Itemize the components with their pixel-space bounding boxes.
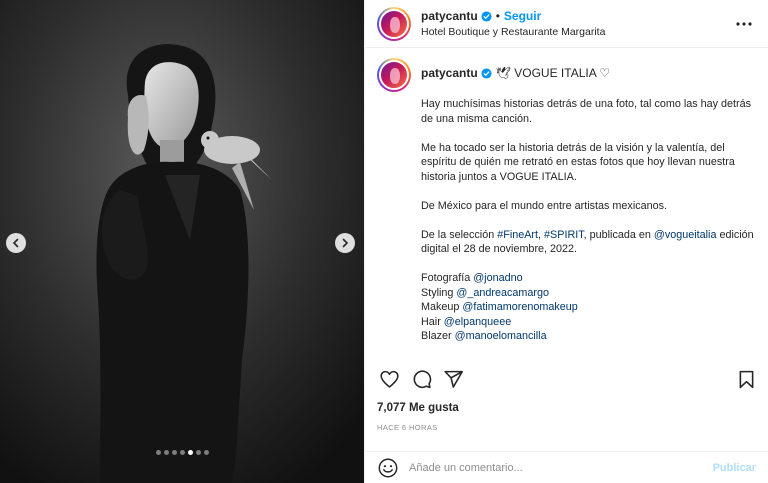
username-link[interactable]: patycantu (421, 9, 478, 23)
credit-role: Makeup (421, 301, 463, 313)
carousel-dot (195, 450, 201, 455)
caption-paragraph: Hay muchísimas historias detrás de una f… (421, 98, 752, 125)
more-options-button[interactable] (732, 12, 756, 36)
likes-count[interactable]: 7,077 Me gusta (377, 402, 459, 414)
more-horizontal-icon (736, 21, 752, 26)
credit-mention[interactable]: @_andreacamargo (456, 287, 549, 299)
chevron-right-icon (342, 238, 349, 248)
hashtag-fineart[interactable]: #FineArt (497, 229, 538, 241)
chevron-left-icon (12, 238, 19, 248)
credits-list: Fotografía @jonadno Styling @_andreacama… (421, 271, 758, 344)
caption-paragraph: Me ha tocado ser la historia detrás de l… (421, 141, 735, 183)
credit-mention[interactable]: @elpanqueee (444, 316, 511, 328)
carousel-dot (187, 450, 193, 455)
credit-mention[interactable]: @manoelomancilla (455, 330, 547, 342)
post-header: patycantu • Seguir Hotel Boutique y Rest… (365, 0, 768, 48)
credit-line: Styling @_andreacamargo (421, 286, 758, 301)
caption-text: , publicada en (583, 228, 654, 241)
caption-body: Hay muchísimas historias detrás de una f… (421, 97, 758, 344)
credit-line: Hair @elpanqueee (421, 315, 758, 330)
avatar-image (379, 60, 409, 90)
comment-icon (413, 369, 431, 388)
credit-line: Makeup @fatimamorenomakeup (421, 300, 758, 315)
caption-title: patycantu 🕊 VOGUE ITALIA ♡ (421, 66, 610, 80)
credit-mention[interactable]: @jonadno (473, 272, 522, 284)
caption-paragraph: De México para el mundo entre artistas m… (421, 199, 668, 212)
bookmark-icon (739, 370, 753, 388)
follow-button[interactable]: Seguir (504, 9, 541, 23)
verified-badge-icon (481, 10, 492, 22)
comment-bar: Publicar (365, 451, 768, 483)
credit-role: Fotografía (421, 272, 474, 284)
action-bar (377, 366, 758, 392)
carousel-prev-button[interactable] (6, 233, 26, 253)
credit-role: Blazer (421, 330, 455, 342)
mention-vogueitalia[interactable]: @vogueitalia (654, 229, 717, 241)
credit-role: Styling (421, 286, 457, 299)
location-link[interactable]: Hotel Boutique y Restaurante Margarita (421, 26, 732, 38)
avatar[interactable] (377, 6, 411, 41)
instagram-post: patycantu • Seguir Hotel Boutique y Rest… (0, 0, 768, 483)
caption-title-text: 🕊 VOGUE ITALIA ♡ (495, 66, 611, 80)
carousel-dot (163, 450, 169, 455)
carousel-dot (179, 450, 185, 455)
credit-line: Blazer @manoelomancilla (421, 329, 758, 344)
caption-paragraph: De la selección #FineArt, #SPIRIT, publi… (421, 228, 758, 257)
header-line: patycantu • Seguir (421, 9, 732, 23)
publish-button[interactable]: Publicar (713, 462, 756, 474)
post-photo (0, 0, 364, 483)
carousel-indicator (0, 450, 364, 455)
caption-username-link[interactable]: patycantu (421, 66, 478, 80)
credit-line: Fotografía @jonadno (421, 271, 758, 286)
avatar-image (379, 8, 409, 39)
caption-text: De la selección (421, 228, 498, 241)
caption-avatar[interactable] (377, 58, 411, 92)
credit-role: Hair (421, 315, 444, 328)
heart-icon (379, 370, 399, 388)
comment-input[interactable] (409, 461, 713, 474)
caption-header: patycantu 🕊 VOGUE ITALIA ♡ (377, 58, 758, 92)
likes-label: Me gusta (405, 402, 459, 414)
post-media[interactable] (0, 0, 364, 483)
dot-separator: • (495, 9, 500, 23)
header-text: patycantu • Seguir Hotel Boutique y Rest… (421, 9, 732, 38)
like-button[interactable] (377, 367, 401, 391)
save-button[interactable] (734, 367, 758, 391)
carousel-dot (155, 450, 161, 455)
carousel-next-button[interactable] (335, 233, 355, 253)
post-timestamp[interactable]: HACE 6 HORAS (377, 423, 438, 432)
hashtag-spirit[interactable]: #SPIRIT (544, 229, 584, 241)
credit-mention[interactable]: @fatimamorenomakeup (462, 301, 577, 313)
comment-button[interactable] (409, 367, 433, 391)
share-button[interactable] (441, 367, 465, 391)
carousel-dot (203, 450, 209, 455)
post-caption: patycantu 🕊 VOGUE ITALIA ♡ Hay muchísima… (377, 58, 758, 360)
carousel-dot (171, 450, 177, 455)
post-panel: patycantu • Seguir Hotel Boutique y Rest… (364, 0, 768, 483)
verified-badge-icon (481, 67, 492, 79)
likes-number: 7,077 (377, 402, 406, 414)
share-icon (443, 370, 463, 388)
emoji-icon[interactable] (377, 457, 399, 479)
